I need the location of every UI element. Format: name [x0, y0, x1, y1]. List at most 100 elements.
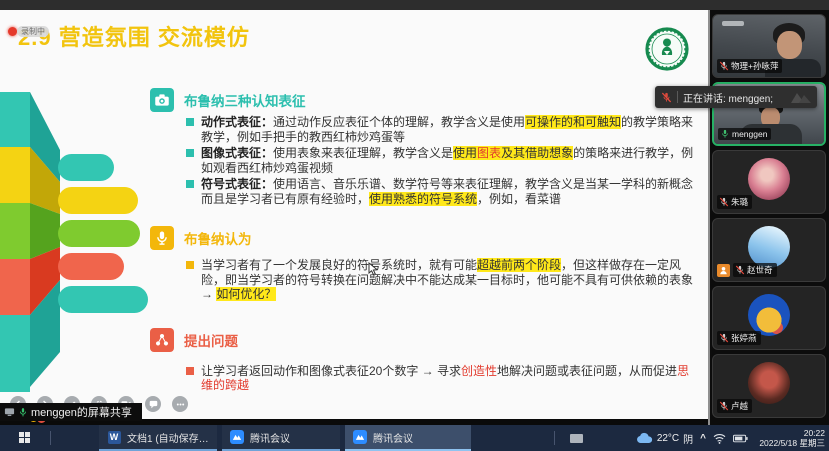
person-head — [777, 31, 802, 59]
participant-footer: 赵世奇 — [717, 263, 777, 277]
section-heading: 布鲁纳三种认知表征 — [184, 90, 306, 110]
screen-share-indicator: menggen的屏幕共享 — [0, 403, 142, 421]
participant-avatar — [748, 294, 790, 336]
nodes-icon — [150, 328, 174, 352]
share-label: menggen的屏幕共享 — [31, 404, 132, 420]
bullet-marker-icon — [186, 180, 194, 188]
participant-name: menggen — [732, 129, 767, 139]
participant-name: 卢越 — [731, 400, 748, 412]
muted-mic-icon — [661, 92, 672, 103]
participant-name: 张婷燕 — [731, 332, 757, 344]
participant-name: 赵世奇 — [747, 264, 773, 276]
mic-on-icon — [18, 407, 28, 418]
slide-title-text: 营造氛围 交流模仿 — [59, 25, 250, 50]
camera-icon — [150, 88, 174, 112]
participant-tile-2[interactable]: 朱璐 — [712, 150, 826, 214]
more-icon — [176, 400, 185, 409]
bullet-item: 当学习者有了一个发展良好的符号系统时，就有可能超越前两个阶段，但这样做存在一定风… — [186, 258, 698, 302]
sidebar-scrollbar[interactable] — [708, 10, 710, 425]
participant-tile-3[interactable]: 赵世奇 — [712, 218, 826, 282]
slide-section-bruner-representations: 布鲁纳三种认知表征动作式表征：通过动作反应表征个体的理解，教学含义是使用可操作的… — [150, 88, 698, 206]
battery-icon[interactable] — [733, 434, 748, 443]
participant-tile-0[interactable]: 物理+孙咏萍 — [712, 14, 826, 78]
bullet-text: 图像式表征：使用表象来表征理解，教学含义是使用图表及其借助想象的策略来进行教学，… — [201, 146, 698, 175]
participant-tile-5[interactable]: 卢越 — [712, 354, 826, 418]
text-segment: 动作式表征： — [201, 115, 273, 129]
text-segment: 符号式表征： — [201, 177, 273, 191]
taskbar-app-1[interactable]: 腾讯会议 — [222, 425, 340, 451]
speaking-banner: 正在讲话: menggen; — [655, 86, 817, 108]
screen-icon — [4, 407, 15, 417]
bullet-marker-icon — [186, 149, 194, 157]
recording-badge: 录制中 — [17, 26, 49, 37]
participant-footer: 卢越 — [717, 399, 752, 413]
more-button[interactable] — [172, 396, 188, 412]
ceiling-light — [722, 21, 744, 26]
text-segment: 让学习者返回动作和图像式表征20个数字 → 寻求 — [201, 364, 461, 378]
participant-footer: 物理+孙咏萍 — [717, 59, 782, 73]
windows-logo-icon — [19, 432, 31, 444]
banner-divider — [677, 91, 678, 103]
taskbar-apps: W 文档1 (自动保存的)... 腾讯会议 腾讯会议 — [99, 425, 471, 451]
text-segment: 创造性 — [461, 364, 497, 378]
section-heading: 布鲁纳认为 — [184, 228, 252, 248]
taskbar-app-label: 腾讯会议 — [250, 430, 290, 445]
section-heading-row: 提出问题 — [150, 328, 698, 352]
taskbar-app-label: 文档1 (自动保存的)... — [127, 430, 209, 445]
participant-footer: menggen — [718, 128, 771, 140]
recording-dot-icon — [8, 27, 17, 36]
participant-name-label: 朱璐 — [717, 195, 752, 209]
tray-expand-caret[interactable]: ^ — [700, 433, 706, 444]
meeting-icon-wrap — [353, 430, 367, 444]
chat-button[interactable] — [145, 396, 161, 412]
participant-name: 物理+孙咏萍 — [731, 60, 778, 72]
weather-temp: 22°C — [657, 433, 679, 444]
screen-share-slide: 录制中 2.9 营造氛围 交流模仿 — [0, 10, 708, 419]
text-segment: 当学习者有了一个发展良好的符号系统时，就有可能 — [201, 258, 477, 272]
speaking-banner-label: 正在讲话: menggen; — [683, 90, 784, 105]
slide-sections: 布鲁纳三种认知表征动作式表征：通过动作反应表征个体的理解，教学含义是使用可操作的… — [150, 88, 698, 395]
mic-muted-icon — [735, 265, 745, 275]
text-segment: 使用表象来表征理解，教学含义是 — [273, 146, 453, 160]
chat-icon — [149, 400, 158, 409]
taskbar-clock[interactable]: 20:22 2022/5/18 星期三 — [755, 428, 825, 448]
taskbar-app-2[interactable]: 腾讯会议 — [345, 425, 471, 451]
mic-muted-icon — [719, 197, 729, 207]
word-icon: W — [108, 431, 121, 444]
weather-desc: 阴 — [683, 431, 693, 446]
clock-time: 20:22 — [755, 428, 825, 438]
text-segment: 及其借助想象 — [501, 146, 573, 160]
app-window: 录制中 2.9 营造氛围 交流模仿 — [0, 0, 829, 451]
participant-name-label: 物理+孙咏萍 — [717, 59, 782, 73]
text-segment: 使用熟悉的符号系统 — [369, 192, 477, 206]
slide-section-raise-question: 提出问题让学习者返回动作和图像式表征20个数字 → 寻求创造性地解决问题或表征问… — [150, 328, 698, 393]
university-seal-logo — [645, 27, 689, 71]
bullet-marker-icon — [186, 367, 194, 375]
slide-section-bruner-opinion: 布鲁纳认为当学习者有了一个发展良好的符号系统时，就有可能超越前两个阶段，但这样做… — [150, 226, 698, 302]
meeting-icon-wrap — [230, 430, 244, 444]
wifi-icon[interactable] — [713, 433, 726, 444]
word-icon-wrap: W — [107, 430, 121, 444]
participant-footer: 张婷燕 — [717, 331, 761, 345]
tencent-meeting-icon — [353, 430, 367, 444]
participant-avatar — [748, 226, 790, 268]
bullet-text: 动作式表征：通过动作反应表征个体的理解，教学含义是使用可操作的和可触知的教学策略… — [201, 115, 698, 144]
participant-name: 朱璐 — [731, 196, 748, 208]
cloud-icon — [636, 432, 653, 444]
touch-keyboard-icon[interactable] — [570, 434, 583, 443]
taskbar-app-0[interactable]: W 文档1 (自动保存的)... — [99, 425, 217, 451]
text-segment: 超越前两个阶段 — [477, 258, 561, 272]
clock-date: 2022/5/18 星期三 — [755, 438, 825, 448]
text-segment: 通过动作反应表征个体的理解，教学含义是使用 — [273, 115, 525, 129]
bullet-marker-icon — [186, 261, 194, 269]
participant-avatar — [748, 362, 790, 404]
taskbar-app-label: 腾讯会议 — [373, 430, 413, 445]
participant-avatar — [748, 158, 790, 200]
text-segment: ，例如，看菜谱 — [477, 192, 561, 206]
start-button[interactable] — [8, 425, 42, 451]
bullet-item: 动作式表征：通过动作反应表征个体的理解，教学含义是使用可操作的和可触知的教学策略… — [186, 115, 698, 144]
participant-footer: 朱璐 — [717, 195, 752, 209]
tray-divider — [554, 431, 555, 445]
weather-widget[interactable]: 22°C 阴 — [636, 431, 693, 446]
participant-tile-4[interactable]: 张婷燕 — [712, 286, 826, 350]
